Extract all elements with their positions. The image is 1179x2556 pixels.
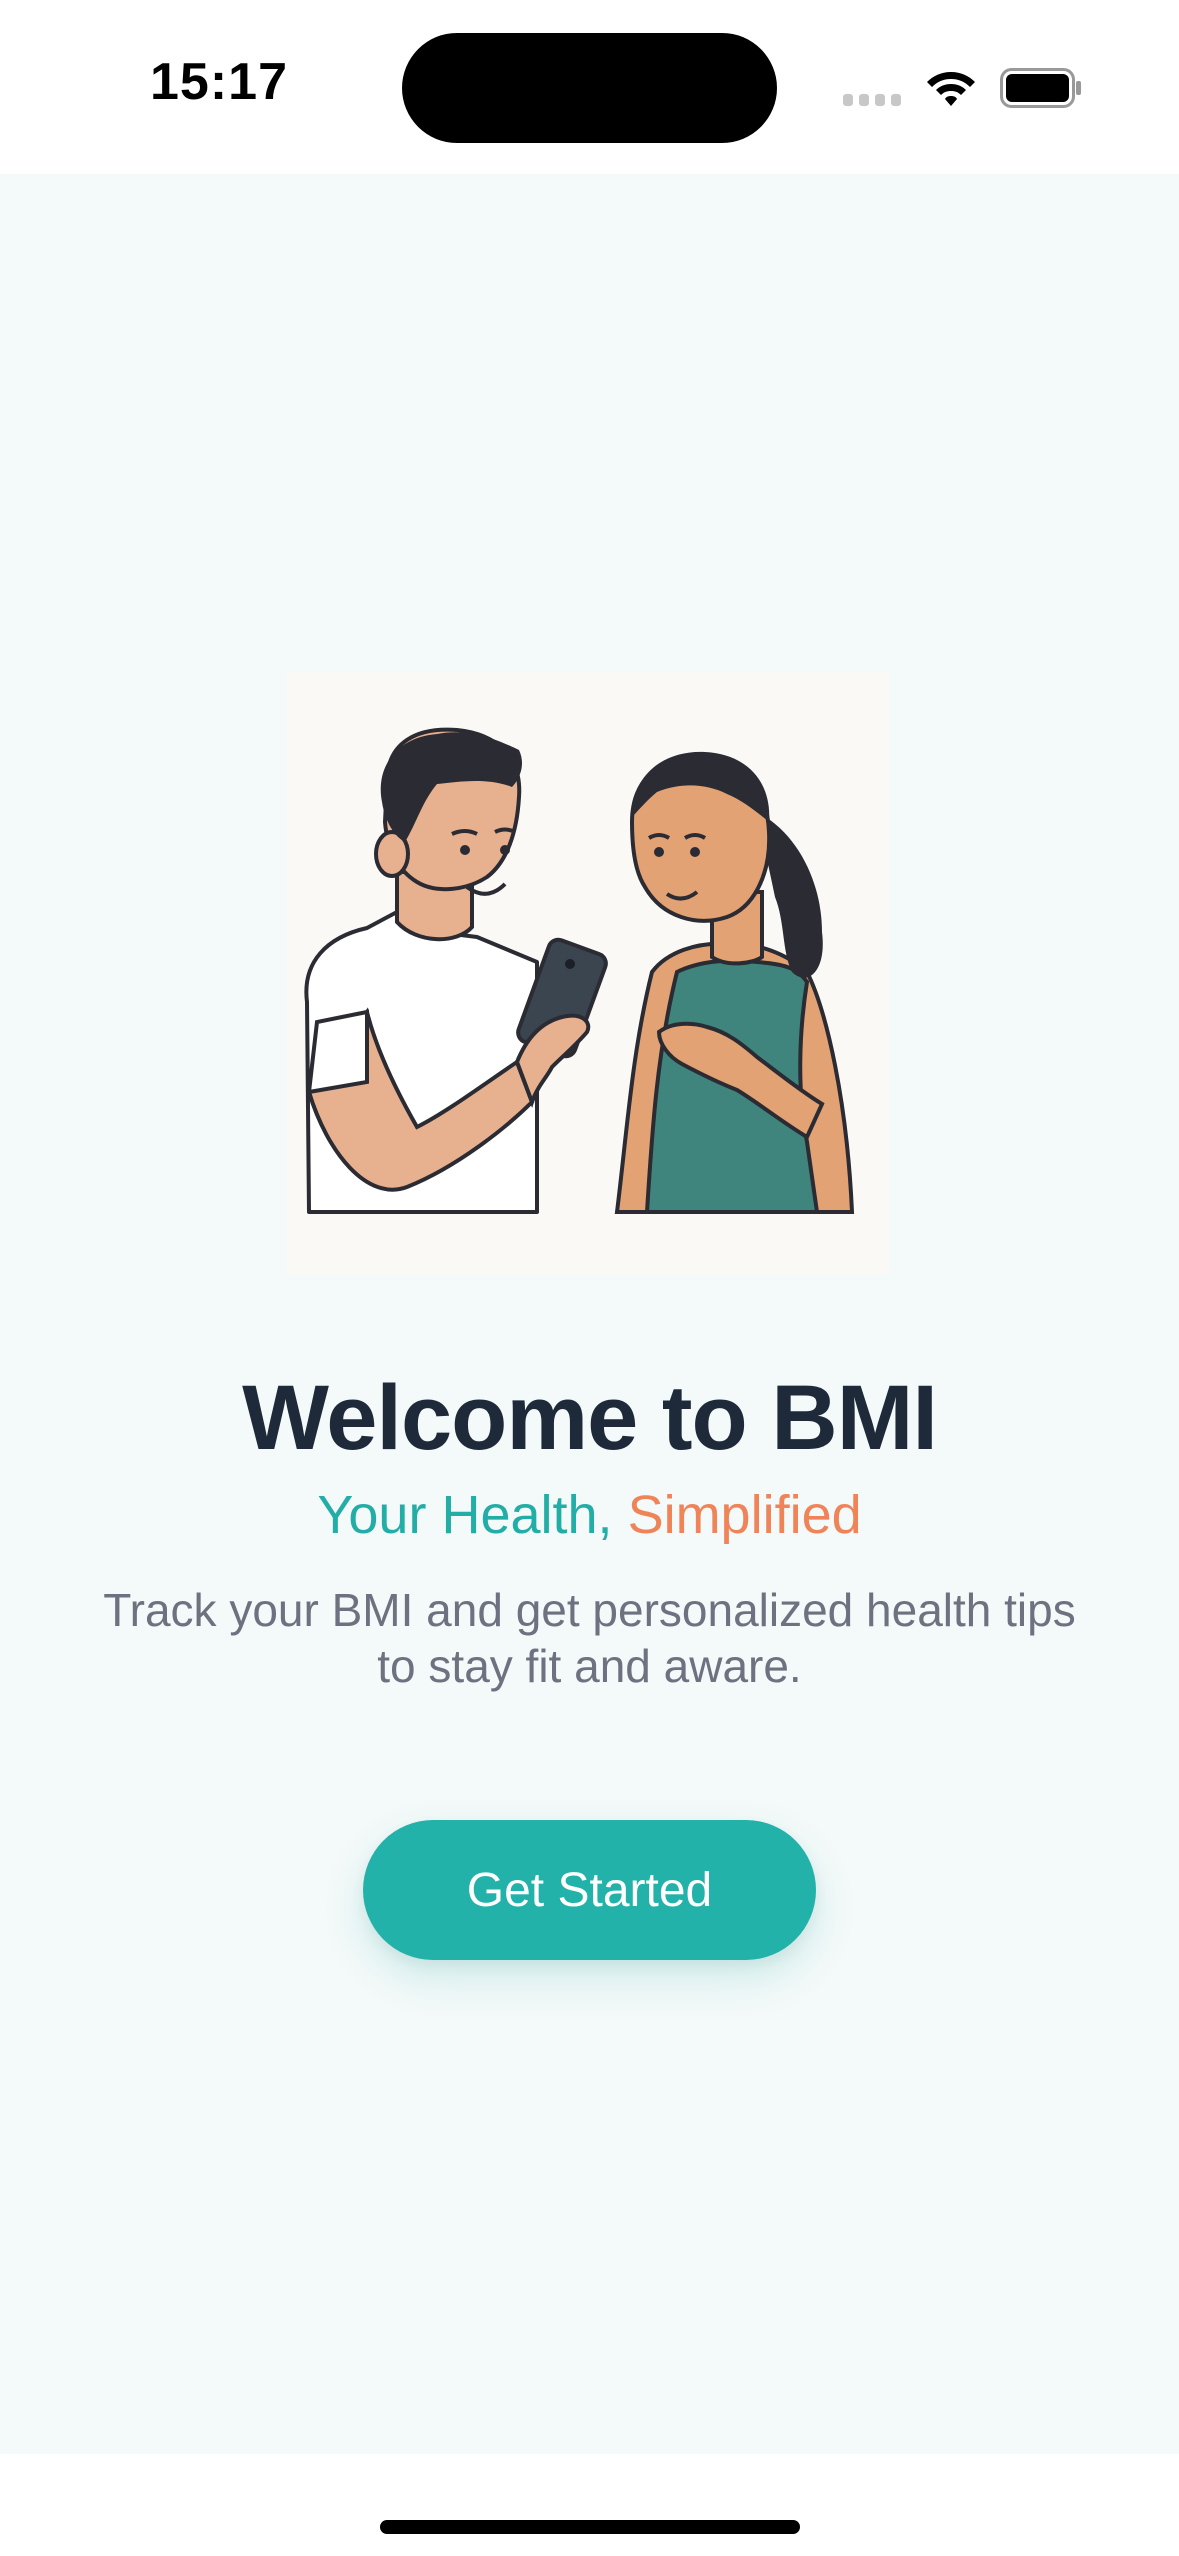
- welcome-screen: 15:17 Welcome to BMI Your Health, Simpli…: [0, 0, 1179, 2556]
- home-indicator[interactable]: [380, 2520, 800, 2534]
- get-started-button[interactable]: Get Started: [363, 1820, 816, 1960]
- status-time: 15:17: [150, 53, 288, 111]
- subtitle: Your Health, Simplified: [0, 1484, 1179, 1546]
- signal-icon: [843, 94, 903, 106]
- main-content: Welcome to BMI Your Health, Simplified T…: [0, 174, 1179, 2454]
- wifi-icon: [927, 72, 975, 106]
- welcome-title: Welcome to BMI: [242, 1367, 938, 1469]
- welcome-description: Track your BMI and get personalized heal…: [103, 1584, 1076, 1692]
- dynamic-island: [402, 33, 777, 143]
- bottom-bar: [0, 2454, 1179, 2556]
- subtitle-simplified: Simplified: [627, 1485, 862, 1545]
- subtitle-health: Your Health,: [317, 1485, 628, 1545]
- people-with-phone-illustration: [287, 672, 889, 1274]
- battery-icon: [1000, 68, 1081, 108]
- status-bar: 15:17: [0, 0, 1179, 174]
